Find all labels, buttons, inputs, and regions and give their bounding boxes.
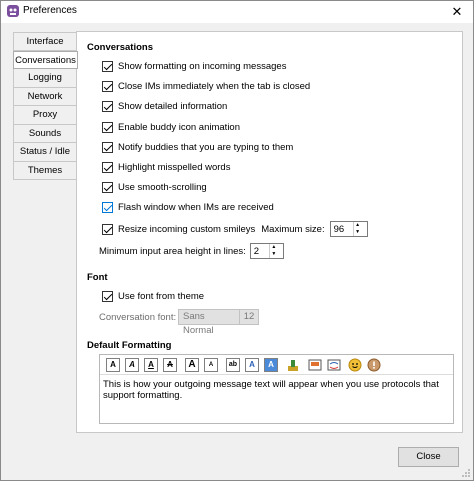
option-detailed-info[interactable]: Show detailed information xyxy=(102,99,227,113)
option-label: Highlight misspelled words xyxy=(118,161,231,173)
background-color-icon[interactable]: A xyxy=(264,358,278,372)
insert-link-icon[interactable] xyxy=(327,358,341,372)
option-label: Use smooth-scrolling xyxy=(118,181,207,193)
min-height-row: Minimum input area height in lines: 2 ▲ ▼ xyxy=(99,242,284,260)
checkbox-close-ims[interactable] xyxy=(102,80,113,92)
max-size-label: Maximum size: xyxy=(261,223,325,235)
option-use-theme-font[interactable]: Use font from theme xyxy=(102,289,204,303)
spinner-arrows[interactable]: ▲ ▼ xyxy=(268,244,278,258)
reset-formatting-icon[interactable] xyxy=(286,358,300,372)
spin-up-icon[interactable]: ▲ xyxy=(270,244,278,251)
tab-sounds[interactable]: Sounds xyxy=(13,124,77,143)
option-flash-window[interactable]: Flash window when IMs are received xyxy=(102,200,274,214)
tab-logging[interactable]: Logging xyxy=(13,69,77,88)
foreground-color-icon[interactable]: A xyxy=(245,358,259,372)
resize-smileys-label: Resize incoming custom smileys xyxy=(118,223,256,235)
pidgin-app-icon xyxy=(7,5,19,17)
checkbox-detailed-info[interactable] xyxy=(102,100,113,112)
option-buddy-icon-animation[interactable]: Enable buddy icon animation xyxy=(102,120,240,134)
option-close-ims[interactable]: Close IMs immediately when the tab is cl… xyxy=(102,79,310,93)
smiley-icon[interactable] xyxy=(348,358,362,372)
checkbox-notify-typing[interactable] xyxy=(102,141,113,153)
font-heading: Font xyxy=(87,272,108,283)
spin-up-icon[interactable]: ▲ xyxy=(354,222,362,229)
option-label: Enable buddy icon animation xyxy=(118,121,241,133)
option-resize-smileys[interactable]: Resize incoming custom smileys Maximum s… xyxy=(102,220,368,238)
spin-down-icon[interactable]: ▼ xyxy=(270,251,278,258)
checkbox-resize-smileys[interactable] xyxy=(102,223,113,235)
tab-status-idle[interactable]: Status / Idle xyxy=(13,143,77,162)
checkbox-show-formatting[interactable] xyxy=(102,60,113,72)
window-title: Preferences xyxy=(23,5,77,16)
title-bar: Preferences ✕ xyxy=(1,1,473,23)
font-name-button[interactable]: Sans Normal xyxy=(178,309,240,336)
formatting-toolbar: A A A A A A ab A A xyxy=(100,355,453,375)
resize-grip-icon[interactable] xyxy=(461,468,471,478)
grow-font-icon[interactable]: A xyxy=(185,358,199,372)
max-size-spinner[interactable]: 96 ▲ ▼ xyxy=(329,221,368,237)
checkbox-highlight-misspelled[interactable] xyxy=(102,161,113,173)
underline-icon[interactable]: A xyxy=(144,358,158,372)
window-close-icon[interactable]: ✕ xyxy=(447,3,467,21)
shrink-font-icon[interactable]: A xyxy=(204,358,218,372)
min-height-spinner[interactable]: 2 ▲ ▼ xyxy=(249,243,284,259)
option-notify-typing[interactable]: Notify buddies that you are typing to th… xyxy=(102,140,293,154)
option-label: Flash window when IMs are received xyxy=(118,201,274,213)
default-formatting-heading: Default Formatting xyxy=(87,340,172,351)
formatting-preview[interactable]: A A A A A A ab A A This is how your outg… xyxy=(99,354,454,424)
spinner-arrows[interactable]: ▲ ▼ xyxy=(352,222,362,236)
tab-interface[interactable]: Interface xyxy=(13,32,77,51)
tab-themes[interactable]: Themes xyxy=(13,161,77,180)
font-size-button[interactable]: 12 xyxy=(239,309,259,325)
italic-icon[interactable]: A xyxy=(125,358,139,372)
bold-icon[interactable]: A xyxy=(106,358,120,372)
option-show-formatting[interactable]: Show formatting on incoming messages xyxy=(102,59,286,73)
tab-conversations[interactable]: Conversations xyxy=(13,50,78,69)
min-height-value[interactable]: 2 xyxy=(251,246,269,257)
attention-icon[interactable] xyxy=(367,358,381,372)
checkbox-flash-window[interactable] xyxy=(102,201,113,213)
checkbox-buddy-icon-animation[interactable] xyxy=(102,121,113,133)
font-face-icon[interactable]: ab xyxy=(226,358,240,372)
min-height-label: Minimum input area height in lines: xyxy=(99,245,246,257)
preferences-window: Preferences ✕ Interface Conversations Lo… xyxy=(0,0,474,481)
checkbox-smooth-scrolling[interactable] xyxy=(102,181,113,193)
conversations-heading: Conversations xyxy=(87,42,153,53)
tab-network[interactable]: Network xyxy=(13,87,77,106)
option-smooth-scrolling[interactable]: Use smooth-scrolling xyxy=(102,180,207,194)
option-label: Show detailed information xyxy=(118,100,228,112)
tab-proxy[interactable]: Proxy xyxy=(13,106,77,125)
conversations-panel: Conversations Show formatting on incomin… xyxy=(76,31,463,433)
spin-down-icon[interactable]: ▼ xyxy=(354,229,362,236)
preferences-tabs: Interface Conversations Logging Network … xyxy=(13,32,78,180)
formatting-sample-text: This is how your outgoing message text w… xyxy=(103,379,439,401)
option-label: Show formatting on incoming messages xyxy=(118,60,287,72)
max-size-value[interactable]: 96 xyxy=(331,224,353,235)
use-theme-font-label: Use font from theme xyxy=(118,290,205,302)
strikethrough-icon[interactable]: A xyxy=(163,358,177,372)
insert-image-icon[interactable] xyxy=(308,358,322,372)
close-button[interactable]: Close xyxy=(398,447,459,467)
option-highlight-misspelled[interactable]: Highlight misspelled words xyxy=(102,160,230,174)
option-label: Close IMs immediately when the tab is cl… xyxy=(118,80,311,92)
option-label: Notify buddies that you are typing to th… xyxy=(118,141,294,153)
checkbox-use-theme-font[interactable] xyxy=(102,290,113,302)
conversation-font-label: Conversation font: xyxy=(99,312,177,323)
